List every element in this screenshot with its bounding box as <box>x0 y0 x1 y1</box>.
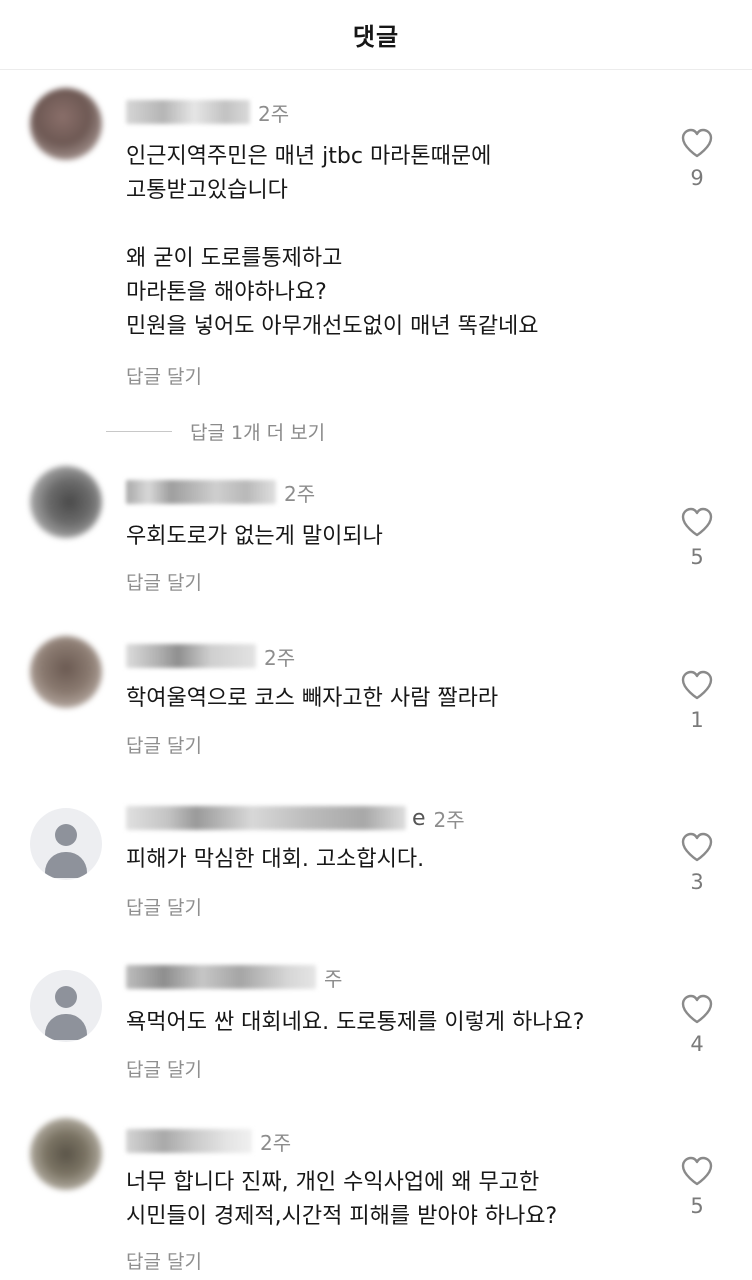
like-count: 4 <box>690 1032 704 1056</box>
username-suffix: e <box>412 805 426 831</box>
comment-text: 욕먹어도 싼 대회네요. 도로통제를 이렇게 하나요? <box>126 1010 585 1035</box>
comment-text: 학여울역으로 코스 빼자고한 사람 짤라라 <box>126 686 499 711</box>
like-button[interactable]: 4 <box>672 994 722 1056</box>
heart-icon <box>681 994 713 1024</box>
heart-icon <box>681 128 713 158</box>
username-redacted[interactable] <box>126 100 250 124</box>
like-count: 5 <box>690 1194 704 1218</box>
reply-button[interactable]: 답글 달기 <box>126 568 202 595</box>
comment-time: 2주 <box>258 101 290 126</box>
username-redacted[interactable] <box>126 965 316 989</box>
heart-icon <box>681 832 713 862</box>
comment-meta: 2주 <box>126 1126 291 1156</box>
reply-button[interactable]: 답글 달기 <box>126 893 202 920</box>
avatar-default-user-icon[interactable] <box>30 808 102 880</box>
heart-icon <box>681 1156 713 1186</box>
comment-meta: 주 <box>126 962 342 992</box>
like-button[interactable]: 9 <box>672 128 722 190</box>
comment-text: 피해가 막심한 대회. 고소합시다. <box>126 847 425 872</box>
like-count: 3 <box>690 870 704 894</box>
comment-meta: e 2주 <box>126 803 465 833</box>
comment-meta: 2주 <box>126 477 315 507</box>
comment-text: 인근지역주민은 매년 jtbc 마라톤때문에 고통받고있습니다 왜 굳이 도로를… <box>126 144 539 339</box>
avatar[interactable] <box>30 88 102 160</box>
username-redacted[interactable] <box>126 644 256 668</box>
view-more-replies-label: 답글 1개 더 보기 <box>190 422 326 444</box>
page-title: 댓글 <box>352 23 400 51</box>
avatar[interactable] <box>30 636 102 708</box>
reply-button[interactable]: 답글 달기 <box>126 731 202 758</box>
reply-button[interactable]: 답글 달기 <box>126 1055 202 1082</box>
comment-meta: 2주 <box>126 641 295 671</box>
avatar[interactable] <box>30 1118 102 1190</box>
divider <box>106 431 172 432</box>
view-more-replies[interactable]: 답글 1개 더 보기 <box>106 418 325 445</box>
comment-time: 2주 <box>284 481 316 506</box>
username-redacted[interactable] <box>126 480 276 504</box>
comment-time: 주 <box>324 966 343 991</box>
like-button[interactable]: 5 <box>672 1156 722 1218</box>
avatar-default-user-icon[interactable] <box>30 970 102 1042</box>
reply-button[interactable]: 답글 달기 <box>126 362 202 389</box>
like-count: 5 <box>690 545 704 569</box>
comment-meta: 2주 <box>126 97 289 127</box>
username-redacted[interactable] <box>126 1129 252 1153</box>
comment-text: 우회도로가 없는게 말이되나 <box>126 524 383 549</box>
heart-icon <box>681 670 713 700</box>
reply-button[interactable]: 답글 달기 <box>126 1247 202 1274</box>
comment-time: 2주 <box>260 1130 292 1155</box>
like-button[interactable]: 1 <box>672 670 722 732</box>
comment-text: 너무 합니다 진짜, 개인 수익사업에 왜 무고한 시민들이 경제적,시간적 피… <box>126 1170 558 1229</box>
like-count: 9 <box>690 166 704 190</box>
avatar[interactable] <box>30 466 102 538</box>
like-button[interactable]: 3 <box>672 832 722 894</box>
comments-header: 댓글 <box>0 0 752 70</box>
like-button[interactable]: 5 <box>672 507 722 569</box>
comment-time: 2주 <box>433 807 465 832</box>
heart-icon <box>681 507 713 537</box>
comment-time: 2주 <box>264 645 296 670</box>
like-count: 1 <box>690 708 704 732</box>
username-redacted[interactable] <box>126 806 406 830</box>
